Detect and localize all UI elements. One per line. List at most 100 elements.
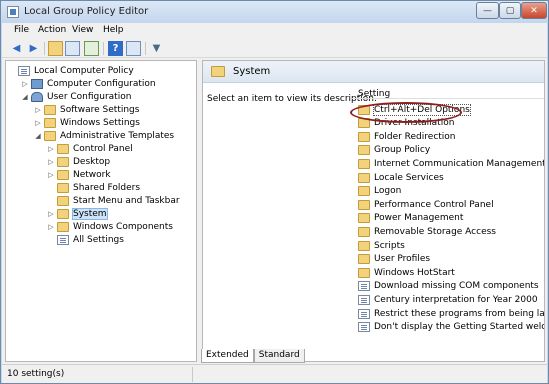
policy-document-icon <box>358 281 370 292</box>
tree-node[interactable]: ▷ Software Settings <box>34 103 139 116</box>
settings-list-item[interactable]: Power Management <box>358 212 463 225</box>
settings-list: Setting Ctrl+Alt+Del Options Driver Insta… <box>352 85 544 361</box>
tree-node[interactable]: ▷ Control Panel <box>47 142 133 155</box>
expand-arrow-icon[interactable]: ▷ <box>47 210 55 218</box>
expand-arrow-icon[interactable]: ▷ <box>21 80 29 88</box>
settings-list-item[interactable]: Internet Communication Management <box>358 157 544 170</box>
expand-arrow-icon[interactable]: ▷ <box>34 119 42 127</box>
settings-list-item[interactable]: Download missing COM components <box>358 280 539 293</box>
settings-item-label: Ctrl+Alt+Del Options <box>373 103 471 116</box>
folder-icon <box>57 143 69 154</box>
status-divider <box>192 367 193 382</box>
tree-node[interactable]: Local Computer Policy <box>8 64 134 77</box>
settings-list-item[interactable]: Driver Installation <box>358 117 454 130</box>
user-icon <box>31 91 43 102</box>
tree-node[interactable]: Start Menu and Taskbar <box>47 194 180 207</box>
expand-arrow-icon[interactable]: ▷ <box>34 106 42 114</box>
settings-item-label: Century interpretation for Year 2000 <box>374 294 538 305</box>
settings-list-item[interactable]: Restrict these programs from being launc… <box>358 307 544 320</box>
menu-view[interactable]: View <box>72 25 93 35</box>
close-button[interactable]: ✕ <box>521 2 547 19</box>
settings-item-label: Restrict these programs from being launc… <box>374 308 544 319</box>
folder-icon <box>44 130 56 141</box>
menu-file[interactable]: File <box>14 25 29 35</box>
tree-node[interactable]: ▷ Computer Configuration <box>21 77 156 90</box>
maximize-button[interactable]: ▢ <box>499 2 521 19</box>
collapse-arrow-icon[interactable]: ◢ <box>34 132 42 140</box>
settings-item-label: Download missing COM components <box>374 281 539 292</box>
details-pane: System Select an item to view its descri… <box>202 60 545 362</box>
settings-item-label: Removable Storage Access <box>374 226 496 237</box>
tree-node[interactable]: ◢ Administrative Templates <box>34 129 174 142</box>
settings-list-item[interactable]: Logon <box>358 185 401 198</box>
settings-list-item[interactable]: Windows HotStart <box>358 266 455 279</box>
tree-node[interactable]: ▷ Windows Settings <box>34 116 140 129</box>
tree-node-label: Software Settings <box>60 104 140 115</box>
folder-icon <box>358 226 370 237</box>
tree-node[interactable]: ▷ Windows Components <box>47 220 173 233</box>
title-bar[interactable]: Local Group Policy Editor — ▢ ✕ <box>1 1 548 23</box>
folder-icon <box>358 254 370 265</box>
expand-arrow-icon[interactable]: ▷ <box>47 171 55 179</box>
minimize-button[interactable]: — <box>476 2 499 19</box>
settings-item-label: User Profiles <box>374 254 431 265</box>
settings-list-item[interactable]: Removable Storage Access <box>358 225 496 238</box>
settings-list-item[interactable]: Century interpretation for Year 2000 <box>358 293 538 306</box>
settings-list-item[interactable]: Group Policy <box>358 144 430 157</box>
tree-node[interactable]: ▷ System <box>47 207 108 220</box>
settings-list-item[interactable]: User Profiles <box>358 253 430 266</box>
column-header-setting[interactable]: Setting <box>352 85 544 99</box>
export-list-icon[interactable] <box>84 41 99 56</box>
tree-node[interactable]: ▷ Network <box>47 168 111 181</box>
view-tabs: Extended Standard <box>201 349 305 363</box>
settings-item-label: Driver Installation <box>374 118 455 129</box>
settings-item-label: Don't display the Getting Started welcom… <box>374 322 544 333</box>
settings-item-label: Performance Control Panel <box>374 199 494 210</box>
settings-item-label: Windows HotStart <box>374 267 455 278</box>
tab-extended[interactable]: Extended <box>201 349 254 363</box>
up-folder-icon[interactable] <box>48 41 63 56</box>
window-title: Local Group Policy Editor <box>24 6 149 17</box>
tree-node[interactable]: Shared Folders <box>47 181 140 194</box>
close-icon: ✕ <box>530 5 538 16</box>
back-arrow-icon[interactable]: ◀ <box>9 41 24 56</box>
menu-action[interactable]: Action <box>38 25 66 35</box>
tree-node-label: User Configuration <box>47 91 132 102</box>
tree-node-label: All Settings <box>73 234 124 245</box>
filter-icon[interactable]: ▼ <box>149 41 164 56</box>
settings-list-item[interactable]: Folder Redirection <box>358 130 456 143</box>
folder-icon <box>44 117 56 128</box>
expand-arrow-icon[interactable]: ▷ <box>47 158 55 166</box>
menu-help[interactable]: Help <box>103 25 124 35</box>
tree-node[interactable]: ◢ User Configuration <box>21 90 131 103</box>
settings-list-item[interactable]: Don't display the Getting Started welcom… <box>358 321 544 334</box>
main-area: Local Computer Policy ▷ Computer Configura… <box>2 58 547 364</box>
settings-item-label: Locale Services <box>374 172 444 183</box>
collapse-arrow-icon[interactable]: ◢ <box>21 93 29 101</box>
settings-list-item[interactable]: Performance Control Panel <box>358 198 494 211</box>
settings-list-item[interactable]: Ctrl+Alt+Del Options <box>358 103 471 116</box>
settings-list-item[interactable]: Locale Services <box>358 171 444 184</box>
settings-list-item[interactable]: Scripts <box>358 239 405 252</box>
forward-arrow-icon[interactable]: ▶ <box>26 41 41 56</box>
properties-icon[interactable] <box>126 41 141 56</box>
show-hide-tree-icon[interactable] <box>65 41 80 56</box>
settings-item-label: Folder Redirection <box>374 131 456 142</box>
expand-arrow-icon[interactable]: ▷ <box>47 145 55 153</box>
tree-node[interactable]: All Settings <box>47 233 124 246</box>
folder-icon <box>358 158 370 169</box>
settings-item-label: Group Policy <box>374 145 431 156</box>
folder-icon <box>57 156 69 167</box>
tree-node-label: System <box>72 207 108 220</box>
folder-icon <box>57 221 69 232</box>
expand-arrow-icon[interactable]: ▷ <box>47 223 55 231</box>
help-icon[interactable]: ? <box>108 41 123 56</box>
settings-item-label: Scripts <box>374 240 405 251</box>
folder-icon <box>57 208 69 219</box>
tree-node[interactable]: ▷ Desktop <box>47 155 110 168</box>
tab-standard[interactable]: Standard <box>253 349 305 363</box>
details-title: System <box>233 66 271 77</box>
folder-icon <box>358 104 370 115</box>
settings-item-label: Logon <box>374 186 402 197</box>
folder-icon <box>358 172 370 183</box>
